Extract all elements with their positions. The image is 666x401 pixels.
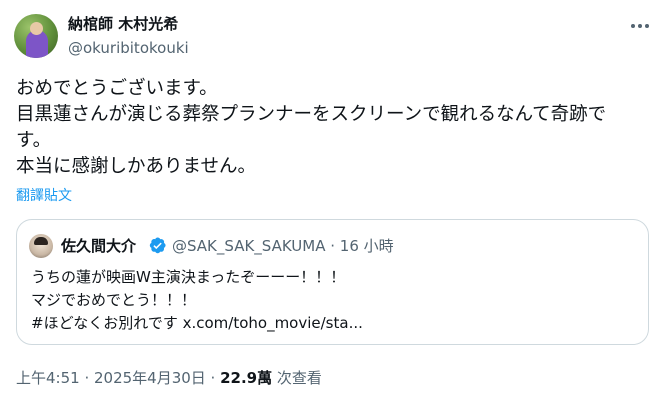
quoted-author-name[interactable]: 佐久間大介 xyxy=(61,236,136,256)
more-horizontal-icon xyxy=(631,24,635,28)
more-horizontal-icon-dot xyxy=(645,24,649,28)
tweet-text-line: 本当に感謝しかありません。 xyxy=(16,156,256,177)
translate-post-link[interactable]: 翻譯貼文 xyxy=(16,186,72,206)
tweet-text-line: おめでとうございます。 xyxy=(16,78,218,99)
quoted-text-line: うちの蓮が映画W主演決まったぞーーー！！！ xyxy=(31,268,346,286)
tweet-text-line: す。 xyxy=(16,130,52,151)
author-display-name[interactable]: 納棺師 木村光希 xyxy=(68,14,178,34)
quoted-text-line[interactable]: #ほどなくお別れです x.com/toho_movie/sta... xyxy=(31,312,363,335)
avatar-person-head xyxy=(30,22,43,35)
views-label: 次查看 xyxy=(272,369,322,387)
tweet-text-line: 目黒蓮さんが演じる葬祭プランナーをスクリーンで観れるなんて奇跡で xyxy=(16,104,607,125)
quoted-tweet-card[interactable]: 佐久間大介 @SAK_SAK_SAKUMA · 16 小時 うちの蓮が映画W主演… xyxy=(16,219,649,345)
tweet-text: おめでとうございます。 目黒蓮さんが演じる葬祭プランナーをスクリーンで観れるなん… xyxy=(16,76,641,180)
verified-badge-icon xyxy=(149,237,166,254)
quoted-text-line: マジでおめでとう！！！ xyxy=(31,291,197,309)
author-avatar[interactable] xyxy=(14,14,58,58)
more-options-button[interactable] xyxy=(626,14,654,38)
quoted-tweet-text: うちの蓮が映画W主演決まったぞーーー！！！ マジでおめでとう！！！ #ほどなくお… xyxy=(31,266,363,335)
author-handle[interactable]: @okuribitokouki xyxy=(68,38,189,58)
quoted-handle-and-time[interactable]: @SAK_SAK_SAKUMA · 16 小時 xyxy=(172,236,394,256)
more-horizontal-icon-dot xyxy=(638,24,642,28)
quoted-author-avatar[interactable] xyxy=(29,234,53,258)
views-count: 22.9萬 xyxy=(220,369,273,387)
tweet-timestamp[interactable]: 上午4:51 · 2025年4月30日 · xyxy=(16,369,220,387)
tweet-metadata: 上午4:51 · 2025年4月30日 · 22.9萬 次查看 xyxy=(16,368,322,388)
